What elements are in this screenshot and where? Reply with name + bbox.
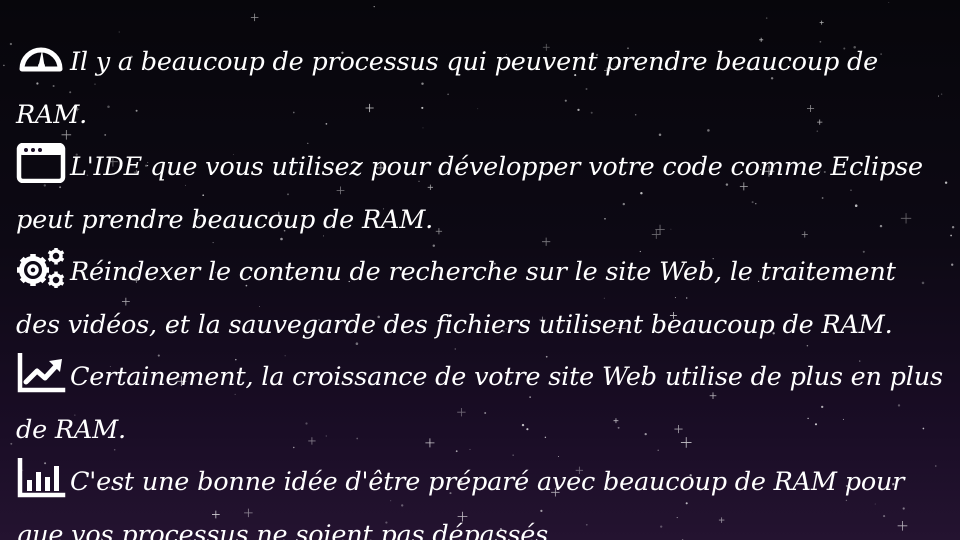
bullet-text-ide: L'IDE que vous utilisez pour développer … <box>16 152 923 235</box>
bullet-item-growth: Certainement, la croissance de votre sit… <box>16 351 946 456</box>
browser-window-icon <box>16 143 66 183</box>
bullet-text-reindexing: Réindexer le contenu de recherche sur le… <box>16 257 896 340</box>
bar-chart-icon <box>16 458 66 498</box>
bullet-text-growth: Certainement, la croissance de votre sit… <box>16 362 943 445</box>
slide-content: Il y a beaucoup de processus qui peuvent… <box>16 36 946 540</box>
trending-up-icon <box>16 353 66 393</box>
gauge-icon <box>16 38 66 78</box>
bullet-item-processes: Il y a beaucoup de processus qui peuvent… <box>16 36 946 141</box>
gears-icon <box>16 248 66 288</box>
bullet-item-reindexing: Réindexer le contenu de recherche sur le… <box>16 246 946 351</box>
bullet-item-preparation: C'est une bonne idée d'être préparé avec… <box>16 456 946 540</box>
bullet-text-processes: Il y a beaucoup de processus qui peuvent… <box>16 47 879 130</box>
bullet-item-ide: L'IDE que vous utilisez pour développer … <box>16 141 946 246</box>
bullet-text-preparation: C'est une bonne idée d'être préparé avec… <box>16 467 905 540</box>
